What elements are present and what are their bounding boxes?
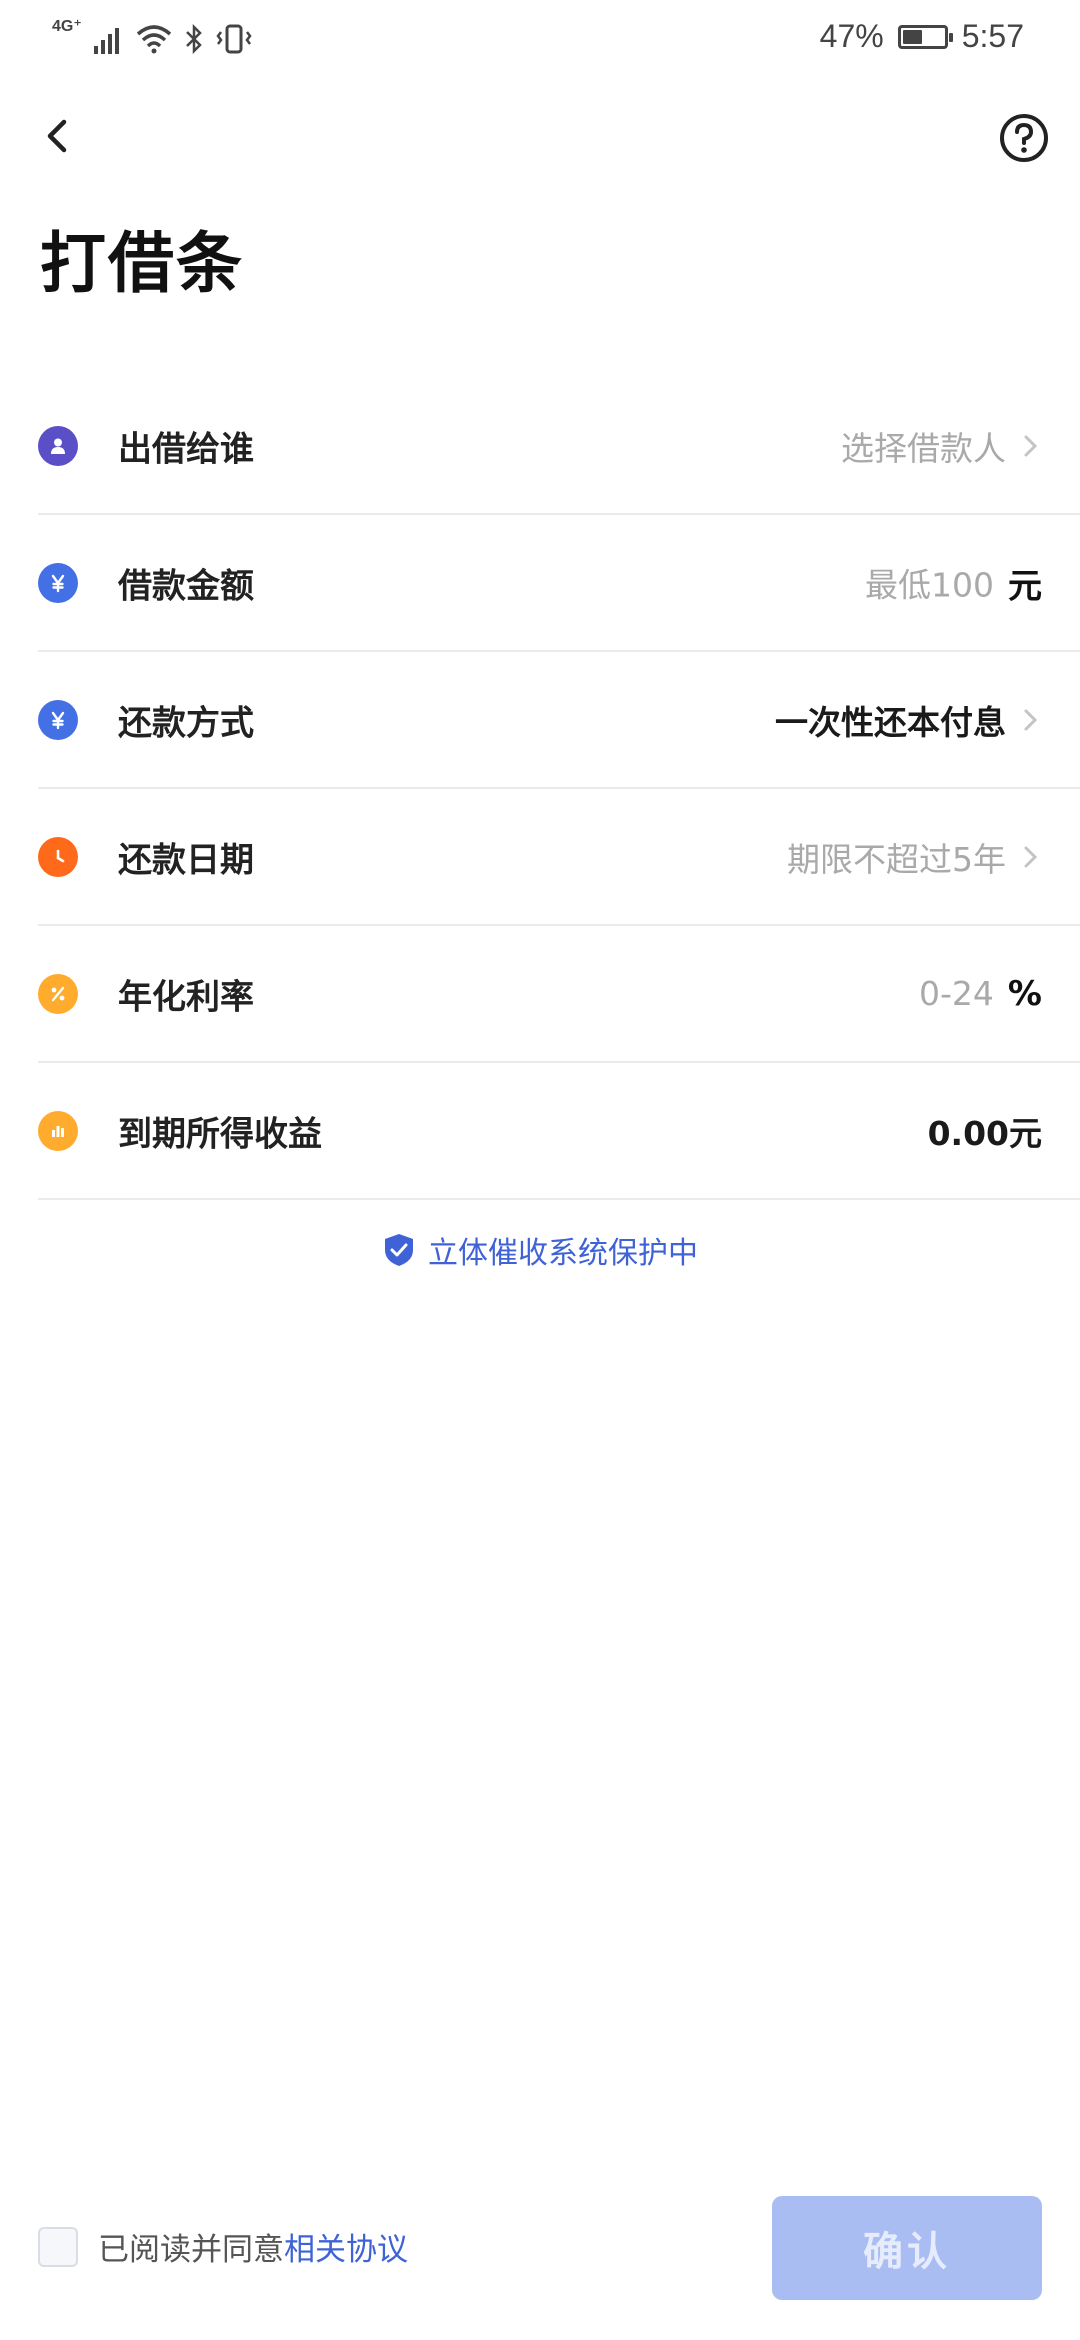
row-label: 还款方式 bbox=[118, 703, 254, 743]
row-annual-rate[interactable]: 年化利率 0-24 % bbox=[38, 926, 1080, 1063]
bluetooth-icon bbox=[185, 24, 202, 54]
person-icon bbox=[38, 425, 78, 466]
back-button[interactable] bbox=[30, 108, 86, 164]
row-value-wrap: 0.00元 bbox=[928, 1107, 1042, 1155]
row-label: 到期所得收益 bbox=[118, 1114, 322, 1154]
row-value-wrap: 最低100 元 bbox=[865, 558, 1042, 607]
row-expected-earnings: 到期所得收益 0.00元 bbox=[38, 1063, 1080, 1200]
row-value-wrap: 一次性还本付息 bbox=[775, 696, 1042, 744]
amount-unit: 元 bbox=[1008, 566, 1042, 606]
yuan-icon bbox=[38, 699, 78, 740]
borrower-select[interactable]: 选择借款人 bbox=[841, 422, 1006, 470]
chevron-right-icon bbox=[1024, 846, 1038, 867]
agreement-row: 已阅读并同意相关协议 bbox=[38, 2224, 408, 2269]
page-title: 打借条 bbox=[40, 225, 244, 302]
row-value-wrap: 选择借款人 bbox=[841, 422, 1042, 470]
status-right: 47% 5:57 bbox=[820, 18, 1024, 55]
network-type: 4G⁺ bbox=[52, 18, 82, 35]
iou-form: 出借给谁 选择借款人 借款金额 最低100 元 还款方式 一次性还本付息 还款日… bbox=[38, 378, 1080, 1200]
percent-icon bbox=[38, 973, 78, 1014]
battery-fill bbox=[902, 29, 922, 44]
row-loan-amount[interactable]: 借款金额 最低100 元 bbox=[38, 515, 1080, 652]
battery-percent: 47% bbox=[819, 18, 884, 54]
battery-icon bbox=[897, 24, 953, 49]
repayment-method-select[interactable]: 一次性还本付息 bbox=[775, 696, 1006, 744]
protection-text: 立体催收系统保护中 bbox=[428, 1236, 698, 1271]
chevron-left-icon bbox=[47, 119, 67, 153]
row-value-wrap: 0-24 % bbox=[919, 974, 1042, 1014]
row-label: 年化利率 bbox=[118, 977, 254, 1017]
clock-time: 5:57 bbox=[961, 18, 1024, 54]
row-repayment-date[interactable]: 还款日期 期限不超过5年 bbox=[38, 789, 1080, 926]
help-button[interactable] bbox=[998, 112, 1050, 164]
shield-check-icon bbox=[385, 1234, 413, 1266]
row-repayment-method[interactable]: 还款方式 一次性还本付息 bbox=[38, 652, 1080, 789]
chevron-right-icon bbox=[1024, 709, 1038, 730]
protection-note: 立体催收系统保护中 bbox=[0, 1228, 1080, 1272]
repayment-date-select[interactable]: 期限不超过5年 bbox=[787, 833, 1006, 881]
yuan-icon bbox=[38, 562, 78, 603]
confirm-button[interactable]: 确认 bbox=[772, 2196, 1042, 2300]
status-bar: 4G⁺ 47% 5:57 bbox=[0, 0, 1080, 72]
agreement-text: 已阅读并同意 bbox=[98, 2232, 284, 2268]
row-label: 借款金额 bbox=[118, 566, 254, 606]
wifi-icon bbox=[136, 25, 171, 54]
rate-unit: % bbox=[1007, 973, 1042, 1014]
amount-input[interactable]: 最低100 bbox=[865, 559, 994, 607]
chevron-right-icon bbox=[1024, 435, 1038, 456]
status-left: 4G⁺ bbox=[52, 14, 252, 54]
row-value-wrap: 期限不超过5年 bbox=[787, 833, 1042, 881]
row-label: 还款日期 bbox=[118, 840, 254, 880]
clock-icon bbox=[38, 836, 78, 877]
row-lender-target[interactable]: 出借给谁 选择借款人 bbox=[38, 378, 1080, 515]
row-label: 出借给谁 bbox=[118, 429, 254, 469]
agreement-link[interactable]: 相关协议 bbox=[284, 2232, 408, 2268]
signal-icon bbox=[93, 28, 119, 54]
vibrate-icon bbox=[216, 24, 252, 54]
bar-chart-icon bbox=[38, 1110, 78, 1151]
agreement-checkbox[interactable] bbox=[38, 2226, 78, 2267]
question-circle-icon bbox=[1000, 114, 1048, 162]
earnings-value: 0.00元 bbox=[927, 1113, 1042, 1153]
rate-input[interactable]: 0-24 bbox=[919, 974, 994, 1013]
